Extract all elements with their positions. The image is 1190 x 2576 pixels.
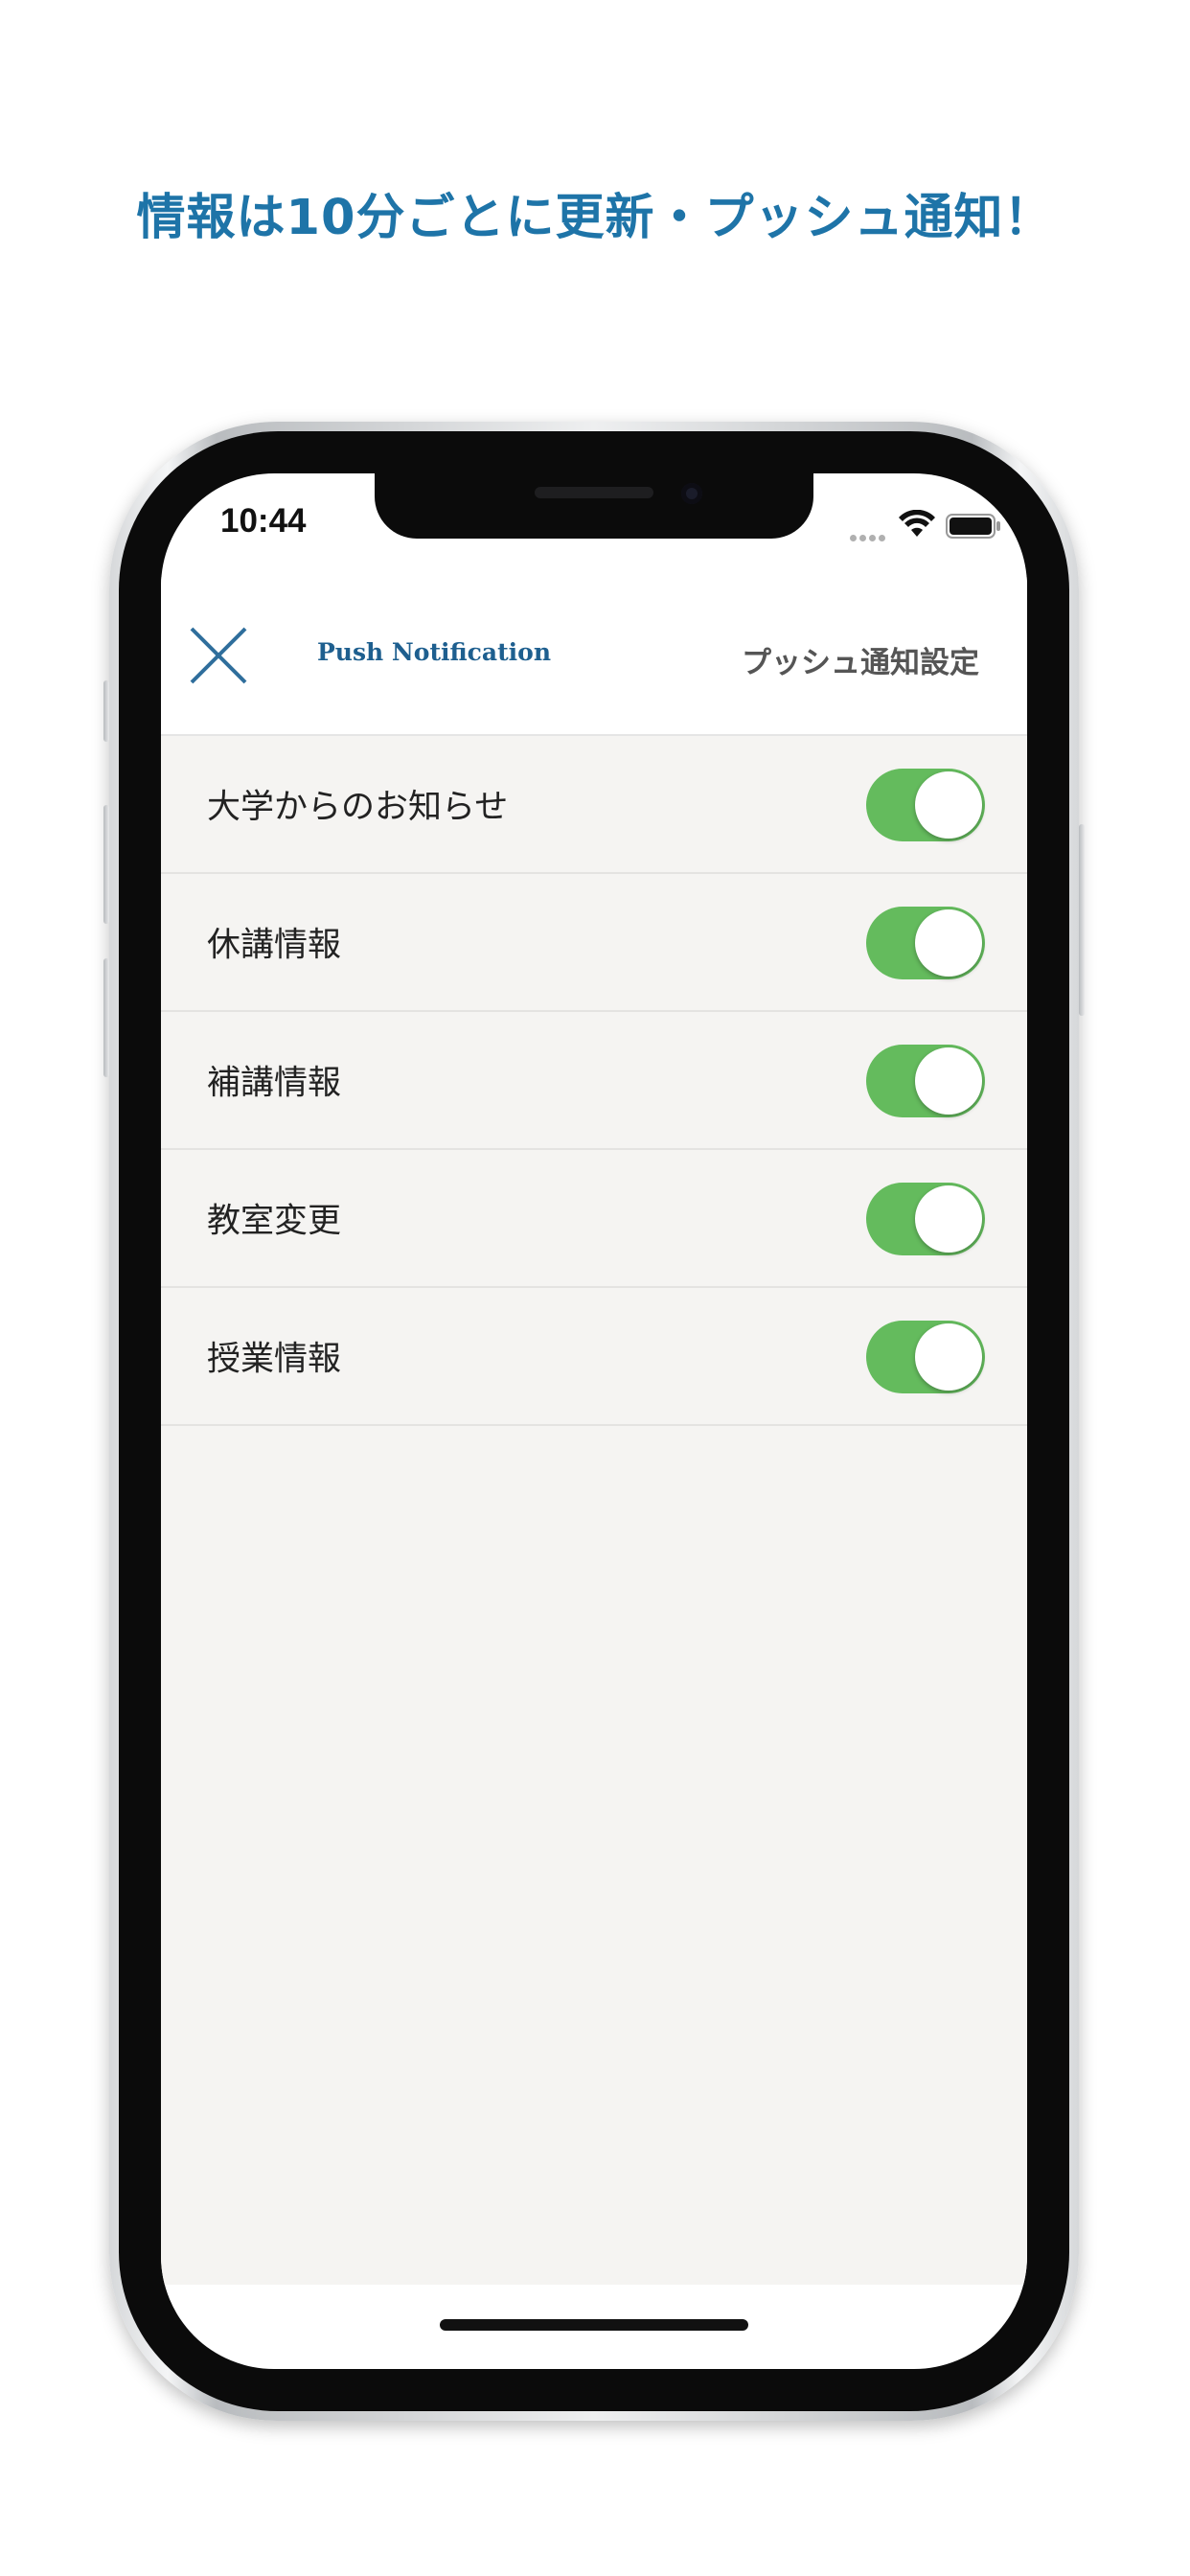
- promo-headline: 情報は10分ごとに更新・プッシュ通知！: [136, 190, 1054, 246]
- status-time: 10:44: [220, 502, 307, 540]
- volume-down-button: [103, 958, 109, 1077]
- toggle-knob: [915, 909, 982, 977]
- room-change-toggle[interactable]: [866, 1183, 985, 1255]
- setting-row-university-news: 大学からのお知らせ: [161, 736, 1027, 874]
- class-cancellation-toggle[interactable]: [866, 907, 985, 979]
- battery-icon: [946, 514, 1000, 539]
- toggle-knob: [915, 1185, 982, 1253]
- power-button: [1079, 824, 1085, 1016]
- class-info-toggle[interactable]: [866, 1321, 985, 1393]
- phone-screen: 10:44 Push Notification プッシュ通知設定 大学からのお知…: [161, 473, 1027, 2369]
- page-title: プッシュ通知設定: [742, 646, 979, 680]
- notification-settings-list: 大学からのお知らせ 休講情報 補講情報 教室変更 授業情報: [161, 736, 1027, 2285]
- setting-label: 教室変更: [207, 1202, 342, 1241]
- toggle-knob: [915, 1323, 982, 1391]
- toggle-knob: [915, 771, 982, 839]
- notch: [375, 473, 813, 539]
- speaker-grille: [535, 487, 653, 498]
- setting-row-makeup-class: 補講情報: [161, 1012, 1027, 1150]
- signal-dots-icon: [850, 527, 892, 541]
- volume-up-button: [103, 805, 109, 924]
- university-news-toggle[interactable]: [866, 769, 985, 841]
- phone-frame: 10:44 Push Notification プッシュ通知設定 大学からのお知…: [103, 422, 1085, 2421]
- close-icon[interactable]: [188, 625, 249, 686]
- toggle-knob: [915, 1047, 982, 1115]
- setting-row-room-change: 教室変更: [161, 1150, 1027, 1288]
- setting-label: 休講情報: [207, 926, 342, 965]
- setting-row-class-info: 授業情報: [161, 1288, 1027, 1426]
- setting-label: 大学からのお知らせ: [207, 788, 509, 827]
- setting-label: 授業情報: [207, 1340, 342, 1379]
- app-header: Push Notification プッシュ通知設定: [161, 577, 1027, 736]
- front-camera: [681, 483, 702, 504]
- silent-switch: [103, 680, 109, 742]
- setting-label: 補講情報: [207, 1064, 342, 1103]
- home-indicator[interactable]: [440, 2319, 748, 2331]
- setting-row-class-cancellation: 休講情報: [161, 874, 1027, 1012]
- makeup-class-toggle[interactable]: [866, 1045, 985, 1117]
- wifi-icon: [899, 510, 935, 537]
- brand-title: Push Notification: [317, 638, 551, 666]
